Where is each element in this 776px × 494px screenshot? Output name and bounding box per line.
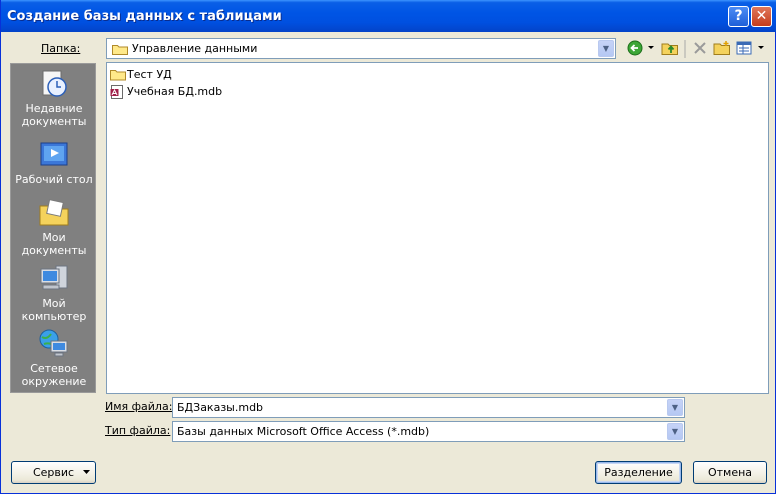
new-folder-icon[interactable]	[713, 40, 731, 56]
place-my-computer[interactable]: Мой компьютер	[11, 263, 97, 323]
tools-button-label: Сервис	[32, 466, 75, 479]
file-list[interactable]: Тест УД Учебная БД.mdb	[106, 62, 769, 394]
tools-dropdown-icon	[83, 470, 90, 474]
back-dropdown-icon[interactable]	[647, 45, 655, 51]
recent-documents-icon	[42, 70, 67, 97]
network-icon	[39, 329, 68, 357]
views-dropdown-icon[interactable]	[757, 45, 765, 51]
views-icon[interactable]	[736, 40, 754, 56]
desktop-icon	[40, 142, 68, 166]
window-title: Создание базы данных с таблицами	[7, 9, 282, 24]
file-name: Учебная БД.mdb	[127, 85, 223, 98]
filename-label: Имя файла:	[105, 400, 172, 413]
folder-label: Папка:	[41, 42, 80, 55]
delete-icon[interactable]	[692, 40, 708, 56]
back-icon[interactable]	[627, 40, 645, 56]
place-label: Недавние документы	[21, 102, 87, 128]
folder-combo[interactable]: Управление данными ▼	[106, 38, 616, 59]
place-recent-documents[interactable]: Недавние документы	[11, 68, 97, 128]
place-label: Рабочий стол	[15, 173, 93, 186]
place-network[interactable]: Сетевое окружение	[11, 328, 97, 388]
access-database-icon	[110, 85, 123, 99]
up-folder-icon[interactable]	[661, 40, 679, 56]
filename-dropdown-arrow[interactable]: ▼	[667, 399, 683, 416]
tools-button[interactable]: Сервис	[11, 461, 96, 484]
place-label: Мои документы	[21, 231, 87, 257]
help-button[interactable]: ?	[728, 6, 749, 27]
share-button[interactable]: Разделение	[595, 461, 682, 484]
close-button[interactable]: ✕	[751, 6, 772, 27]
share-button-label: Разделение	[604, 466, 673, 479]
filename-label-text: Имя файла:	[105, 400, 173, 413]
folder-icon	[110, 70, 126, 81]
filename-combo[interactable]: БДЗаказы.mdb ▼	[172, 397, 685, 418]
places-bar: Недавние документы Рабочий стол Мои доку…	[10, 63, 96, 393]
place-my-documents[interactable]: Мои документы	[11, 197, 97, 257]
file-name: Тест УД	[127, 68, 172, 81]
folder-icon	[112, 45, 128, 55]
filetype-value: Базы данных Microsoft Office Access (*.m…	[177, 425, 430, 438]
filetype-dropdown-arrow[interactable]: ▼	[667, 423, 683, 440]
filetype-label-text: Тип файла:	[105, 424, 171, 437]
folder-value: Управление данными	[132, 42, 258, 55]
title-bar[interactable]: Создание базы данных с таблицами ? ✕	[1, 0, 776, 32]
filetype-combo[interactable]: Базы данных Microsoft Office Access (*.m…	[172, 421, 685, 442]
my-documents-icon	[39, 199, 69, 226]
toolbar-separator	[684, 40, 686, 58]
cancel-button[interactable]: Отмена	[693, 461, 767, 484]
cancel-button-label: Отмена	[707, 466, 753, 479]
folder-dropdown-arrow[interactable]: ▼	[598, 40, 614, 57]
dialog-window: Создание базы данных с таблицами ? ✕ Пап…	[0, 0, 776, 494]
place-label: Сетевое окружение	[21, 362, 87, 388]
filetype-label: Тип файла:	[105, 424, 170, 437]
place-label: Мой компьютер	[21, 297, 87, 323]
place-desktop[interactable]: Рабочий стол	[11, 139, 97, 186]
my-computer-icon	[40, 265, 68, 290]
filename-input[interactable]: БДЗаказы.mdb	[177, 401, 263, 414]
folder-label-text: Папка:	[41, 42, 81, 55]
